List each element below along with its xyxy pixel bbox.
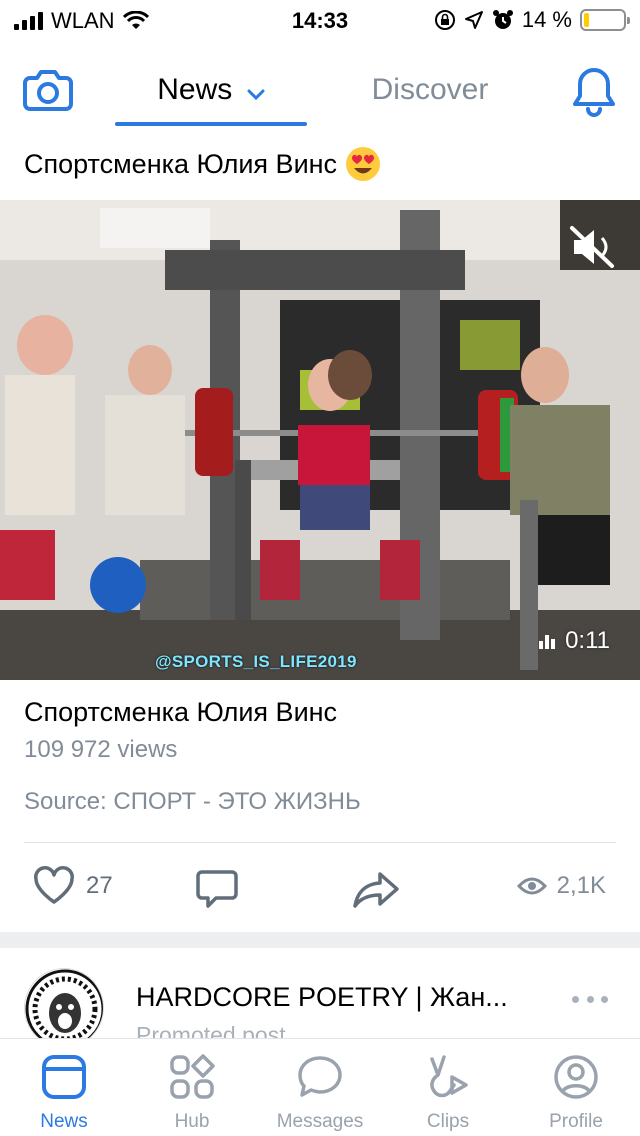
- volume-bars-icon: [539, 633, 556, 649]
- post-headline-text: Спортсменка Юлия Винс: [24, 148, 338, 179]
- bell-icon: [573, 68, 615, 117]
- like-count: 27: [86, 872, 113, 899]
- video-views: 109 972 views: [24, 736, 178, 763]
- video-title[interactable]: Спортсменка Юлия Винс: [24, 697, 337, 728]
- tab-bar-hub[interactable]: Hub: [128, 1039, 256, 1136]
- tab-news-label: News: [157, 73, 233, 106]
- heart-eyes-emoji-icon: [346, 147, 381, 181]
- avatar[interactable]: [24, 968, 104, 1038]
- tab-discover[interactable]: Discover: [340, 68, 520, 112]
- video-player[interactable]: @SPORTS_IS_LIFE2019 0:11: [0, 200, 640, 680]
- tab-bar-profile-label: Profile: [549, 1111, 603, 1132]
- hub-icon: [170, 1054, 215, 1099]
- feed-separator: [0, 932, 640, 948]
- next-post-author[interactable]: HARDCORE POETRY | Жан...: [136, 982, 556, 1013]
- post-actions: 27 2,1K: [0, 862, 640, 914]
- eye-icon: [516, 877, 547, 895]
- more-dot: [601, 995, 608, 1003]
- tab-bar-clips-label: Clips: [426, 1111, 470, 1132]
- post-source[interactable]: Source: СПОРТ - ЭТО ЖИЗНЬ: [24, 788, 361, 816]
- comment-icon: [196, 870, 238, 908]
- video-duration-text: 0:11: [565, 627, 610, 654]
- chevron-down-icon: [247, 89, 265, 100]
- notifications-button[interactable]: [570, 66, 618, 118]
- next-post-subtitle: Promoted post: [136, 1022, 286, 1038]
- more-dot: [586, 995, 594, 1003]
- messages-icon: [298, 1056, 342, 1097]
- battery-percent: 14 %: [521, 7, 572, 32]
- news-icon: [42, 1055, 86, 1099]
- share-arrow-icon: [353, 872, 399, 908]
- tab-bar-news-label: News: [40, 1111, 88, 1132]
- profile-icon: [554, 1055, 598, 1099]
- location-icon: [464, 11, 483, 29]
- author-avatar-image: [25, 969, 103, 1038]
- camera-button[interactable]: [22, 66, 74, 114]
- mute-toggle-button[interactable]: [568, 224, 618, 270]
- like-button[interactable]: 27: [32, 866, 113, 906]
- heart-icon: [34, 866, 74, 904]
- clips-icon: [430, 1055, 468, 1098]
- tab-bar-profile[interactable]: Profile: [512, 1039, 640, 1136]
- tab-bar-hub-label: Hub: [174, 1111, 210, 1132]
- top-navigation: News Discover: [0, 56, 640, 128]
- video-frame: [0, 200, 640, 680]
- view-count-text: 2,1K: [556, 872, 606, 899]
- divider: [24, 842, 616, 843]
- tab-bar-clips[interactable]: Clips: [384, 1039, 512, 1136]
- orientation-lock-icon: [434, 10, 455, 30]
- more-dot: [572, 995, 579, 1003]
- tab-bar-news[interactable]: News: [0, 1039, 128, 1136]
- view-count: 2,1K: [516, 872, 606, 900]
- alarm-icon: [492, 10, 513, 29]
- bottom-tab-bar: News Hub Messages Clips Profile: [0, 1038, 640, 1136]
- active-tab-indicator: [115, 122, 307, 126]
- tab-bar-messages[interactable]: Messages: [256, 1039, 384, 1136]
- camera-icon: [23, 70, 73, 111]
- speaker-muted-icon: [570, 226, 614, 268]
- battery-icon: [580, 9, 630, 31]
- more-options-button[interactable]: [572, 992, 608, 1006]
- comment-button[interactable]: [196, 868, 238, 910]
- video-watermark: @SPORTS_IS_LIFE2019: [155, 652, 357, 671]
- video-duration: 0:11: [539, 626, 610, 656]
- share-button[interactable]: [352, 870, 400, 908]
- post-headline: Спортсменка Юлия Винс: [24, 142, 624, 186]
- tab-bar-messages-label: Messages: [276, 1111, 364, 1132]
- status-bar: WLAN 14:33 14 %: [0, 0, 640, 40]
- next-post[interactable]: HARDCORE POETRY | Жан... Promoted post: [0, 948, 640, 1038]
- tab-news[interactable]: News: [115, 68, 307, 126]
